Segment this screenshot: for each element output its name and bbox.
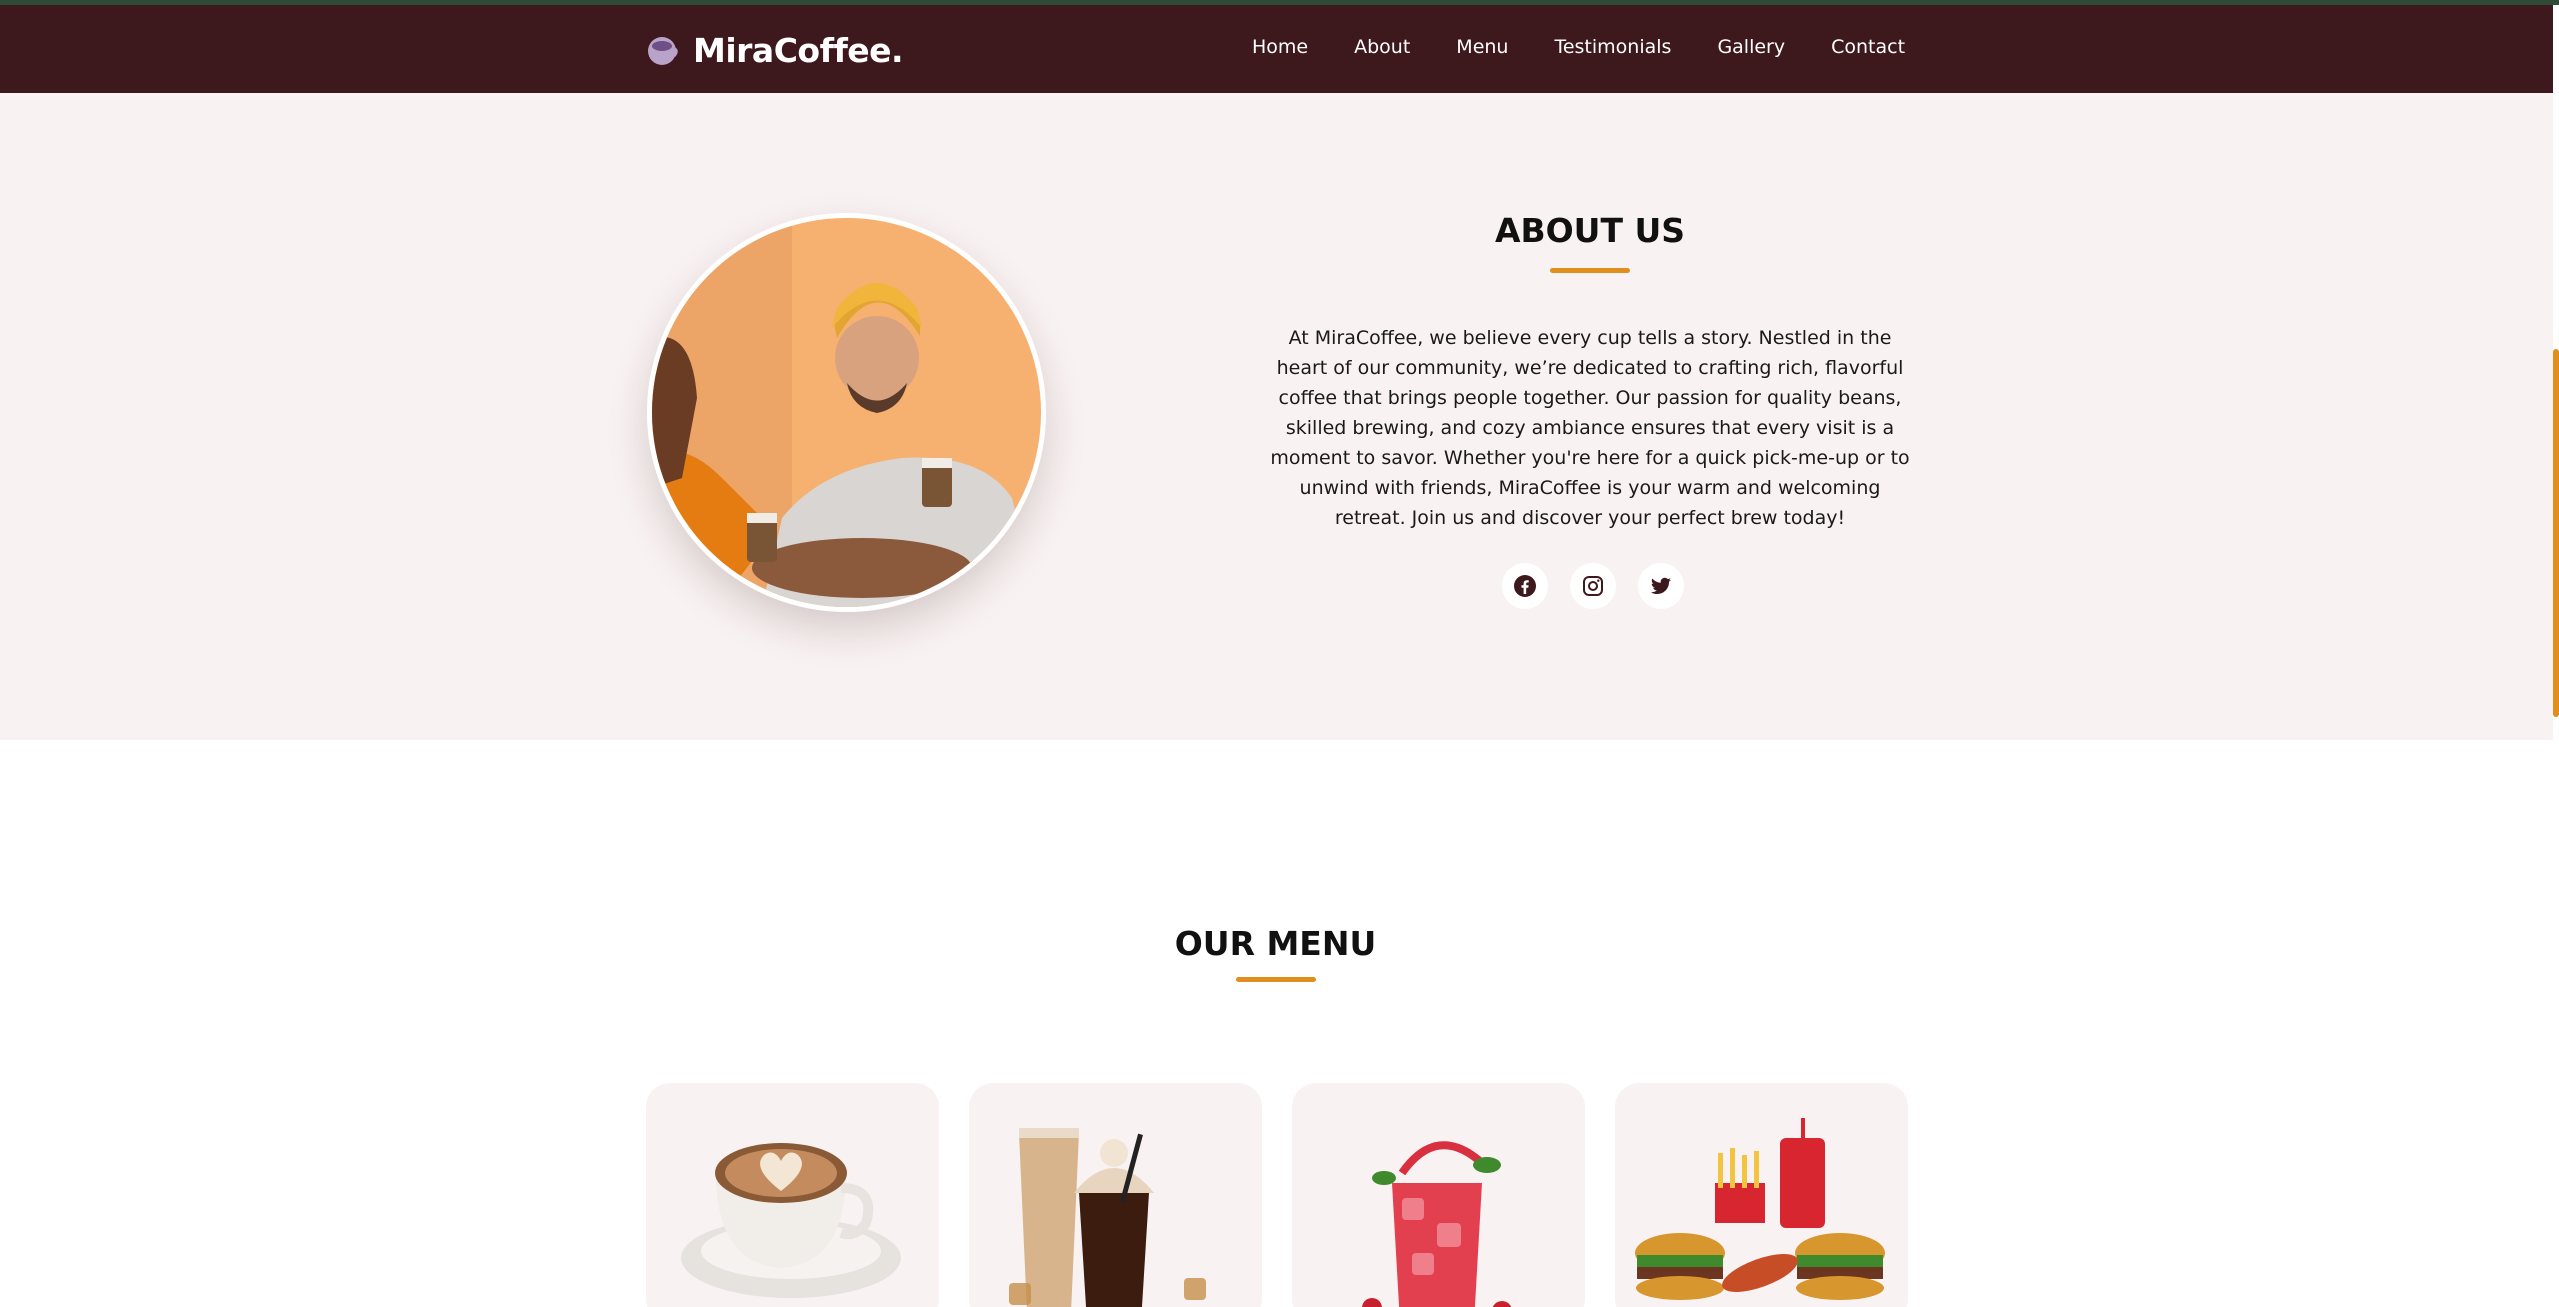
twitter-icon: [1651, 577, 1671, 594]
navbar: MiraCoffee. Home About Menu Testimonials…: [0, 5, 2553, 93]
menu-card-fast-food[interactable]: [1615, 1083, 1908, 1307]
fruit-drink-image: [1362, 1141, 1512, 1307]
nav-home[interactable]: Home: [1252, 36, 1308, 58]
nav-about[interactable]: About: [1354, 36, 1410, 58]
about-photo: [647, 213, 1046, 612]
nav-menu[interactable]: Menu: [1456, 36, 1508, 58]
about-title: ABOUT US: [1494, 211, 1686, 250]
coffee-cup-logo-icon: [648, 37, 678, 65]
page-scrollbar[interactable]: [2553, 349, 2559, 717]
brand-logo[interactable]: MiraCoffee.: [645, 27, 904, 73]
about-title-underline: [1550, 268, 1630, 273]
instagram-icon: [1583, 576, 1603, 596]
iced-coffee-image: [1009, 1128, 1206, 1307]
about-section: ABOUT US At MiraCoffee, we believe every…: [0, 93, 2553, 740]
facebook-link[interactable]: [1502, 563, 1548, 609]
about-description: At MiraCoffee, we believe every cup tell…: [1270, 327, 1910, 529]
social-links: [1502, 563, 1684, 609]
instagram-link[interactable]: [1570, 563, 1616, 609]
menu-title-underline: [1236, 977, 1316, 982]
nav-contact[interactable]: Contact: [1831, 36, 1905, 58]
menu-card-iced-coffee[interactable]: [969, 1083, 1262, 1307]
main-nav: Home About Menu Testimonials Gallery Con…: [1252, 36, 1905, 58]
nav-testimonials[interactable]: Testimonials: [1554, 36, 1671, 58]
menu-title: OUR MENU: [1174, 924, 1377, 963]
fast-food-image: [1635, 1118, 1885, 1300]
cappuccino-image: [681, 1143, 901, 1298]
nav-gallery[interactable]: Gallery: [1717, 36, 1785, 58]
twitter-link[interactable]: [1638, 563, 1684, 609]
menu-card-fruit-drink[interactable]: [1292, 1083, 1585, 1307]
menu-cards: [646, 1083, 1908, 1307]
menu-card-cappuccino[interactable]: [646, 1083, 939, 1307]
facebook-icon: [1514, 575, 1536, 597]
brand-name: MiraCoffee.: [693, 30, 904, 70]
